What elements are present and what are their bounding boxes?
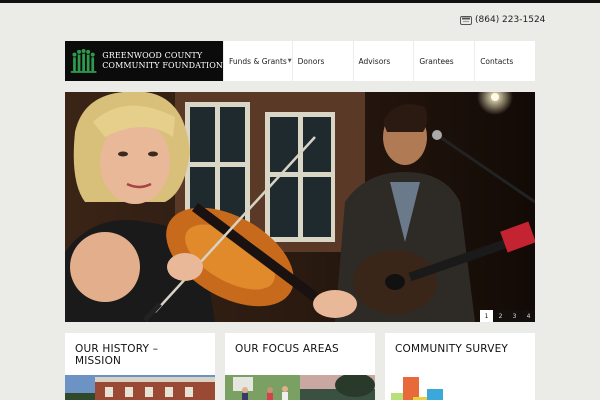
slide-dot-3[interactable]: 3 bbox=[508, 310, 521, 322]
nav-donors[interactable]: Donors bbox=[291, 41, 353, 81]
logo-text: GREENWOOD COUNTY COMMUNITY FOUNDATION bbox=[102, 51, 223, 71]
phone-number[interactable]: (864) 223-1524 bbox=[460, 15, 545, 25]
slide-dot-4[interactable]: 4 bbox=[522, 310, 535, 322]
feature-cards: OUR HISTORY – MISSION OUR FOCUS AREAS CO… bbox=[65, 333, 535, 400]
nav-grantees[interactable]: Grantees bbox=[413, 41, 474, 81]
hero-slider[interactable]: 1 2 3 4 bbox=[65, 92, 535, 322]
main-nav: Funds & Grants ▼ Donors Advisors Grantee… bbox=[223, 41, 535, 81]
card-title: COMMUNITY SURVEY bbox=[395, 343, 509, 355]
hero-image bbox=[65, 92, 535, 322]
nav-label: Funds & Grants bbox=[229, 56, 287, 66]
slide-dot-2[interactable]: 2 bbox=[494, 310, 507, 322]
nav-advisors[interactable]: Advisors bbox=[352, 41, 414, 81]
card-focus-areas[interactable]: OUR FOCUS AREAS bbox=[225, 333, 375, 400]
card-title: OUR HISTORY – MISSION bbox=[75, 343, 159, 367]
site-logo[interactable]: GREENWOOD COUNTY COMMUNITY FOUNDATION bbox=[65, 41, 223, 81]
site-header: GREENWOOD COUNTY COMMUNITY FOUNDATION Fu… bbox=[65, 41, 535, 81]
nav-label: Grantees bbox=[419, 56, 454, 66]
nav-label: Donors bbox=[297, 56, 325, 66]
logo-line-1: GREENWOOD COUNTY bbox=[102, 51, 203, 60]
bar-graph-icon bbox=[385, 375, 535, 400]
card-history-mission[interactable]: OUR HISTORY – MISSION bbox=[65, 333, 215, 400]
nav-label: Advisors bbox=[358, 56, 391, 66]
tree-people-icon bbox=[70, 48, 97, 73]
phone-icon bbox=[460, 15, 472, 25]
phone-number-text: (864) 223-1524 bbox=[475, 15, 546, 25]
card-title: OUR FOCUS AREAS bbox=[235, 343, 339, 355]
slider-pager: 1 2 3 4 bbox=[480, 310, 535, 322]
slide-dot-1[interactable]: 1 bbox=[480, 310, 493, 322]
card-community-survey[interactable]: COMMUNITY SURVEY bbox=[385, 333, 535, 400]
nav-contacts[interactable]: Contacts bbox=[474, 41, 535, 81]
history-building-image bbox=[65, 375, 215, 400]
nav-label: Contacts bbox=[480, 56, 514, 66]
focus-areas-image bbox=[225, 375, 375, 400]
logo-line-2: COMMUNITY FOUNDATION bbox=[102, 61, 223, 70]
nav-funds-grants[interactable]: Funds & Grants ▼ bbox=[223, 41, 292, 81]
